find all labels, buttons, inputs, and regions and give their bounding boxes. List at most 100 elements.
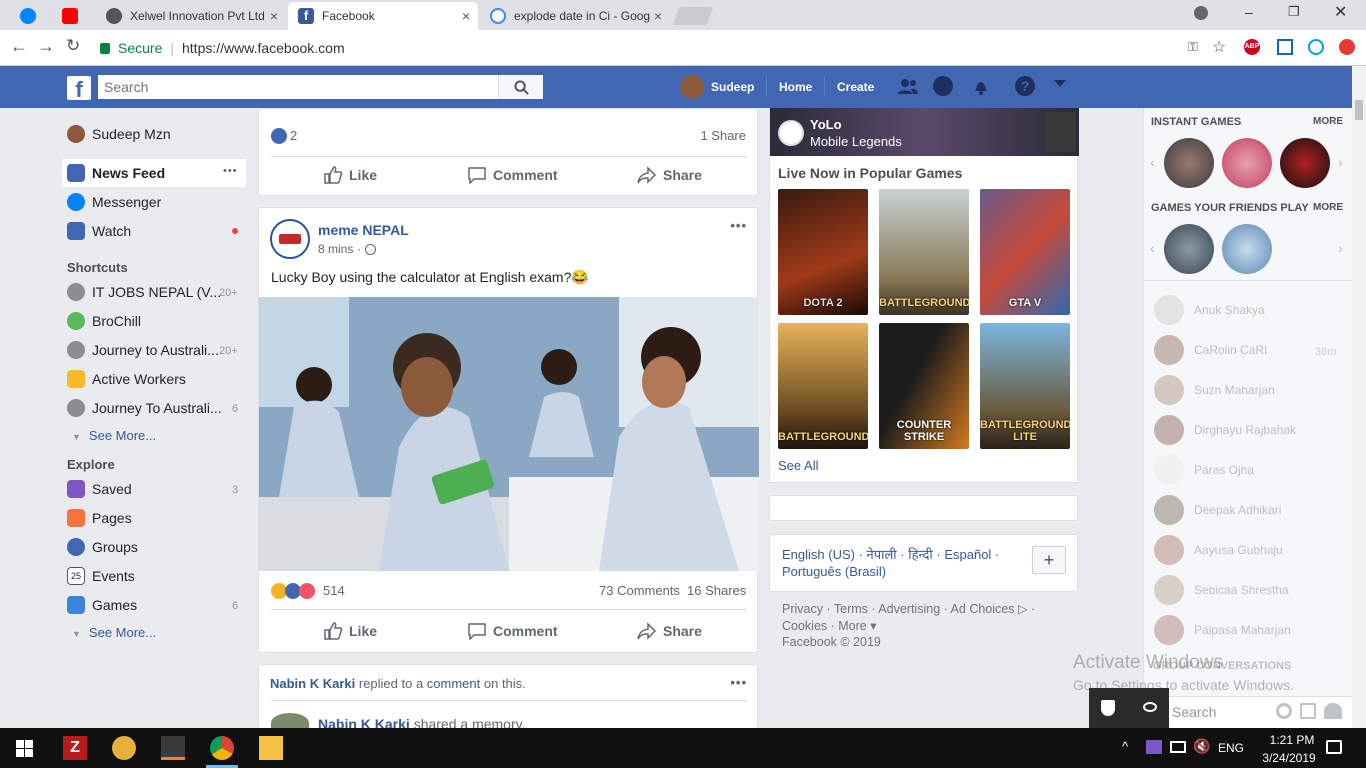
post-photo[interactable]: [259, 297, 759, 571]
profile-shortcut[interactable]: Sudeep Mzn: [67, 124, 171, 144]
close-tab-icon[interactable]: ×: [462, 8, 470, 24]
comment-button[interactable]: Comment: [467, 166, 558, 184]
sidebar-item-groups[interactable]: Groups: [67, 537, 138, 557]
see-more-explore[interactable]: ▼ See More...: [72, 625, 156, 640]
chat-contact[interactable]: Dirghayu Rajbahak: [1154, 415, 1296, 445]
messenger-icon[interactable]: [933, 76, 953, 96]
clock-time[interactable]: 1:21 PM: [1262, 733, 1322, 747]
back-icon[interactable]: ←: [10, 36, 28, 57]
gear-icon[interactable]: [1276, 703, 1292, 719]
chat-contact[interactable]: Aayusa Gubhaju: [1154, 535, 1283, 565]
game-tile-counter-strike[interactable]: COUNTER STRIKE: [879, 323, 969, 449]
reaction-icons[interactable]: [271, 583, 315, 599]
filezilla-icon[interactable]: Z: [63, 736, 87, 760]
game-tile-pubg[interactable]: BATTLEGROUNDS: [879, 189, 969, 315]
instant-game-thumb[interactable]: [1222, 138, 1272, 188]
volume-mute-icon[interactable]: 🔇: [1193, 738, 1210, 755]
comment-link[interactable]: comment: [427, 676, 480, 691]
notifications-bell-icon[interactable]: [971, 76, 991, 96]
profile-link[interactable]: Sudeep: [711, 80, 754, 94]
clock-date[interactable]: 3/24/2019: [1256, 751, 1322, 765]
language-links[interactable]: English (US) · नेपाली · हिन्दी · Español…: [782, 546, 1027, 580]
add-language-button[interactable]: +: [1032, 546, 1066, 574]
friend-requests-icon[interactable]: [897, 77, 919, 95]
tab-facebook[interactable]: f Facebook ×: [288, 2, 478, 30]
extension-react-icon[interactable]: [1308, 39, 1324, 55]
chat-contact[interactable]: Palpasa Maharjan: [1154, 615, 1291, 645]
sidebar-item-news-feed[interactable]: News Feed: [67, 163, 165, 183]
sidebar-item-shortcut[interactable]: BroChill: [67, 311, 141, 331]
language-indicator[interactable]: ENG: [1218, 741, 1244, 755]
sidebar-item-shortcut[interactable]: Journey To Australi...: [67, 398, 222, 418]
extension-red-icon[interactable]: [1339, 39, 1355, 55]
footer-links[interactable]: Privacy · Terms · Advertising · Ad Choic…: [782, 601, 1067, 635]
create-link[interactable]: Create: [837, 80, 874, 94]
reaction-count[interactable]: 2: [290, 128, 297, 143]
post-author[interactable]: meme NEPAL: [318, 222, 409, 238]
compose-icon[interactable]: [1300, 703, 1316, 719]
sublime-text-icon[interactable]: [161, 736, 185, 760]
extension-grid-icon[interactable]: [1277, 39, 1293, 55]
page-avatar[interactable]: [270, 219, 310, 259]
sidebar-item-watch[interactable]: Watch: [67, 221, 131, 241]
chevron-left-icon[interactable]: ‹: [1150, 154, 1155, 170]
forward-icon[interactable]: →: [37, 36, 55, 57]
chrome-icon[interactable]: [210, 736, 234, 760]
sidebar-item-pages[interactable]: Pages: [67, 508, 132, 528]
file-explorer-icon[interactable]: [259, 736, 283, 760]
comment-count[interactable]: 73 Comments: [599, 583, 680, 598]
like-button[interactable]: Like: [323, 622, 377, 640]
bookmark-star-icon[interactable]: ☆: [1212, 37, 1226, 57]
friend-game-thumb[interactable]: [1164, 224, 1214, 274]
post-options-icon[interactable]: •••: [730, 675, 747, 690]
chat-contact[interactable]: CaRolin CaRI: [1154, 335, 1267, 365]
close-window-button[interactable]: ✕: [1334, 2, 1347, 22]
comment-button[interactable]: Comment: [467, 622, 558, 640]
game-tile-pubg-mobile[interactable]: BATTLEGROUNDS: [778, 323, 868, 449]
scrollbar-thumb[interactable]: [1355, 100, 1363, 120]
tab-messenger[interactable]: [10, 2, 50, 30]
share-button[interactable]: Share: [637, 622, 702, 640]
chevron-right-icon[interactable]: ›: [1338, 240, 1343, 256]
game-tile-pubg-lite[interactable]: BATTLEGROUNDS LITE: [980, 323, 1070, 449]
network-icon[interactable]: [1170, 741, 1186, 753]
account-menu-chevron-icon[interactable]: [1054, 80, 1066, 87]
see-all-link[interactable]: See All: [778, 458, 818, 473]
new-tab-button[interactable]: [672, 7, 714, 25]
search-button[interactable]: [498, 75, 543, 99]
chat-contact[interactable]: Sebicaa Shrestha: [1154, 575, 1289, 605]
chat-search-input[interactable]: Search: [1172, 704, 1216, 720]
sidebar-item-shortcut[interactable]: Journey to Australi...: [67, 340, 219, 360]
key-icon[interactable]: ⚿: [1188, 39, 1198, 55]
game-banner[interactable]: YoLo Mobile Legends: [770, 108, 1079, 156]
more-options-icon[interactable]: •••: [223, 165, 238, 177]
friends-games-more-link[interactable]: MORE: [1313, 202, 1343, 213]
create-group-icon[interactable]: [1324, 703, 1342, 719]
game-tile-dota[interactable]: DOTA 2: [778, 189, 868, 315]
chat-contact[interactable]: Suzn Maharjan: [1154, 375, 1275, 405]
instant-games-more-link[interactable]: MORE: [1313, 116, 1343, 127]
adblock-icon[interactable]: ABP: [1244, 39, 1260, 55]
like-button[interactable]: Like: [323, 166, 377, 184]
sidebar-item-events[interactable]: 25 Events: [67, 566, 135, 586]
reaction-count[interactable]: 514: [323, 583, 345, 598]
instant-game-thumb[interactable]: [1164, 138, 1214, 188]
help-icon[interactable]: ?: [1015, 76, 1035, 96]
tray-chevron-up-icon[interactable]: ^: [1122, 739, 1128, 754]
link-icon[interactable]: [1143, 702, 1157, 712]
tab-xelwel[interactable]: Xelwel Innovation Pvt Ltd ×: [96, 2, 286, 30]
profile-icon[interactable]: [1194, 6, 1208, 20]
sidebar-item-shortcut[interactable]: IT JOBS NEPAL (V...: [67, 282, 221, 302]
chevron-right-icon[interactable]: ›: [1338, 154, 1343, 170]
post-options-icon[interactable]: •••: [730, 218, 747, 233]
restore-button[interactable]: ❐: [1288, 4, 1300, 20]
post-timestamp[interactable]: 8 mins ·: [318, 242, 377, 256]
chat-contact[interactable]: Paras Ojha: [1154, 455, 1254, 485]
tab-youtube[interactable]: [52, 2, 94, 30]
tray-app-icon[interactable]: [1146, 740, 1162, 754]
close-tab-icon[interactable]: ×: [654, 8, 662, 24]
instant-game-thumb[interactable]: [1280, 138, 1330, 188]
action-center-icon[interactable]: [1326, 740, 1342, 754]
chevron-left-icon[interactable]: ‹: [1150, 240, 1155, 256]
share-count[interactable]: 16 Shares: [687, 583, 746, 598]
